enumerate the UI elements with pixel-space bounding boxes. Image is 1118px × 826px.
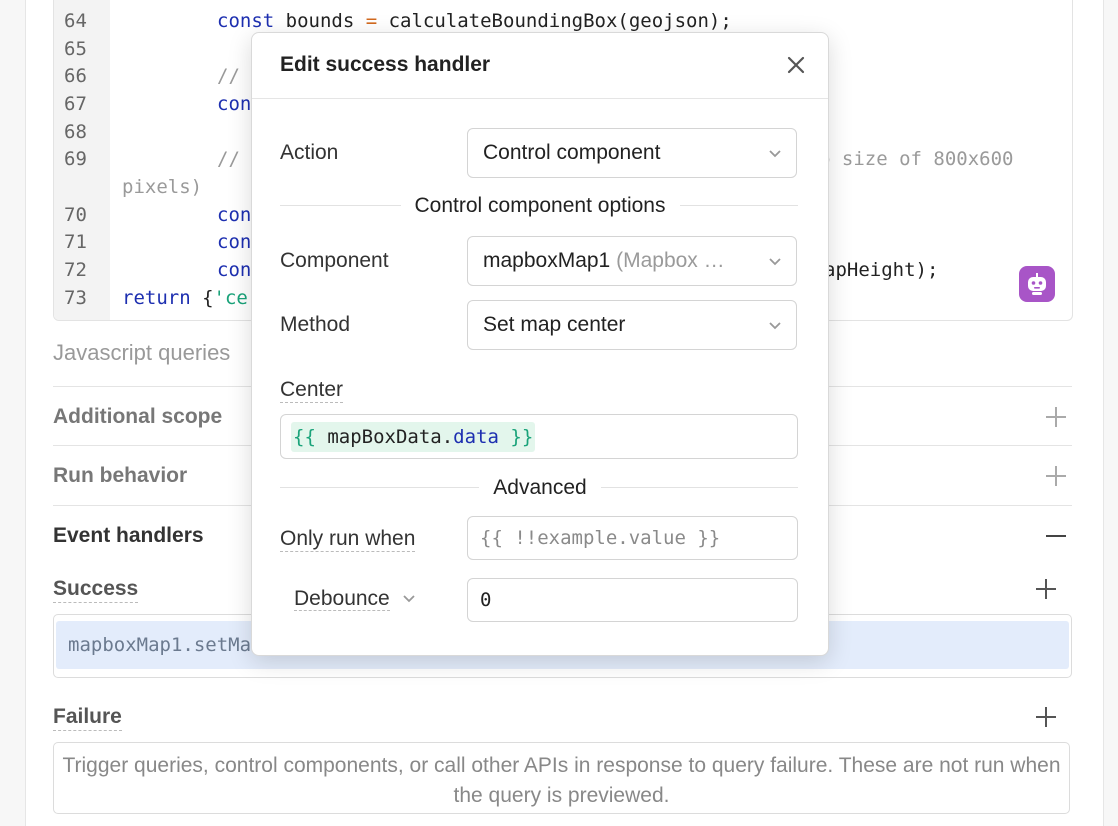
center-input[interactable]: {{ mapBoxData.data }} [280,414,798,459]
failure-label: Failure [53,705,122,731]
debounce-dropdown[interactable]: Debounce [294,587,416,611]
javascript-queries-label: Javascript queries [53,340,231,365]
line-number: 64 [64,10,87,32]
debounce-label: Debounce [294,587,390,611]
only-run-when-input[interactable]: {{ !!example.value }} [467,516,798,560]
method-value: Set map center [483,313,626,336]
modal-title: Edit success handler [280,53,491,76]
line-number: 70 [64,204,87,226]
component-value: mapboxMap1 (Mapbox … [483,249,725,272]
code-line-tail: apHeight); [824,259,939,281]
only-run-when-label: Only run when [280,527,416,552]
code-line: const bounds = calculateBoundingBox(geoj… [217,10,732,32]
method-select[interactable]: Set map center [467,300,797,350]
line-number: 72 [64,259,87,281]
line-number: 68 [64,121,87,143]
method-label: Method [280,313,351,336]
code-line-tail: p size of 800x600 [819,148,1014,170]
action-value: Control component [483,141,661,164]
code-line: con [217,259,252,281]
center-value: {{ mapBoxData.data }} [291,422,536,452]
component-label: Component [280,249,389,272]
additional-scope-title: Additional scope [53,404,223,428]
debounce-input[interactable]: 0 [467,578,798,622]
modal-header: Edit success handler [252,33,828,99]
action-select[interactable]: Control component [467,128,797,178]
chevron-down-icon [769,322,781,330]
event-handlers-title: Event handlers [53,523,204,547]
add-failure-handler-icon[interactable] [1034,705,1058,729]
advanced-heading: Advanced [252,476,828,500]
minus-icon[interactable] [1044,524,1068,548]
code-line: // [217,65,240,87]
run-behavior-title: Run behavior [53,463,188,487]
line-number: 69 [64,148,87,170]
robot-icon[interactable] [1019,266,1055,302]
line-number: 65 [64,38,87,60]
code-line: return {'ce [122,287,248,309]
line-number: 67 [64,93,87,115]
center-label: Center [280,378,344,403]
close-icon[interactable] [782,51,810,79]
failure-empty-state: Trigger queries, control components, or … [53,742,1070,814]
component-select[interactable]: mapboxMap1 (Mapbox … [467,236,797,286]
control-component-options-heading: Control component options [252,194,828,218]
code-line-wrap: pixels) [122,176,203,198]
line-number: 66 [64,65,87,87]
edit-success-handler-modal: Edit success handler Action Control comp… [251,32,829,656]
line-number: 73 [64,287,87,309]
success-label: Success [53,577,139,603]
code-line: con [217,93,252,115]
code-line: con [217,204,252,226]
code-line: con [217,231,252,253]
code-line: // [217,148,240,170]
plus-icon[interactable] [1044,464,1068,488]
line-number: 71 [64,231,87,253]
chevron-down-icon [769,150,781,158]
action-label: Action [280,141,339,164]
plus-icon[interactable] [1044,405,1068,429]
add-success-handler-icon[interactable] [1034,577,1058,601]
chevron-down-icon [402,595,415,603]
chevron-down-icon [769,258,781,266]
